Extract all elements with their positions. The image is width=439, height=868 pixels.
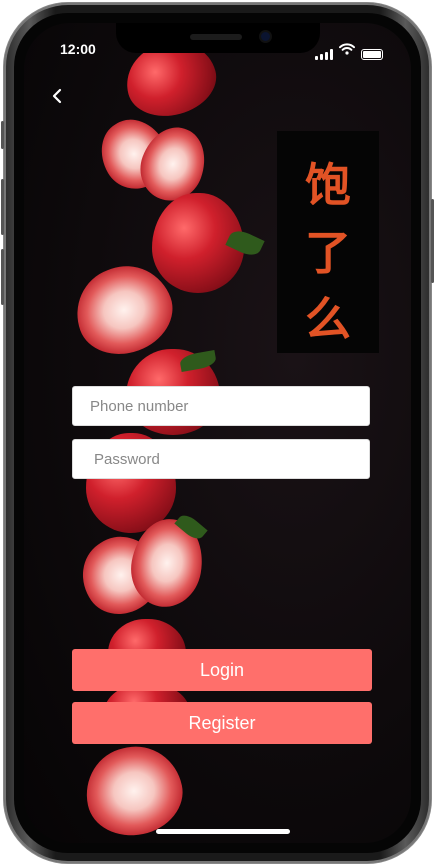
app-logo: 饱 了 么 xyxy=(277,131,379,353)
volume-up-button xyxy=(1,179,4,235)
app-screen: 饱 了 么 12:00 Phone number Login Register xyxy=(24,23,411,843)
logo-glyph: 饱 xyxy=(305,158,351,212)
register-button-label: Register xyxy=(188,712,256,733)
volume-down-button xyxy=(1,249,4,305)
password-input[interactable] xyxy=(72,439,370,479)
strawberry-image xyxy=(77,737,191,843)
logo-glyph: 么 xyxy=(305,292,351,346)
notch xyxy=(116,23,320,53)
back-button[interactable] xyxy=(44,83,70,109)
signal-icon xyxy=(315,49,333,60)
status-icons xyxy=(315,42,383,60)
phone-frame: 饱 了 么 12:00 Phone number Login Register xyxy=(1,3,434,863)
chevron-left-icon xyxy=(52,88,62,104)
mute-switch xyxy=(1,121,4,149)
login-button[interactable]: Login xyxy=(72,649,372,691)
home-indicator[interactable] xyxy=(156,829,290,834)
wifi-icon xyxy=(339,42,355,60)
battery-icon xyxy=(361,49,383,60)
camera-icon xyxy=(261,32,270,41)
register-button[interactable]: Register xyxy=(72,702,372,744)
status-time: 12:00 xyxy=(60,41,96,57)
login-button-label: Login xyxy=(199,659,245,680)
speaker-grille xyxy=(190,34,242,40)
phone-number-input[interactable] xyxy=(72,386,370,426)
logo-glyph: 了 xyxy=(305,226,351,280)
power-button xyxy=(431,199,434,283)
